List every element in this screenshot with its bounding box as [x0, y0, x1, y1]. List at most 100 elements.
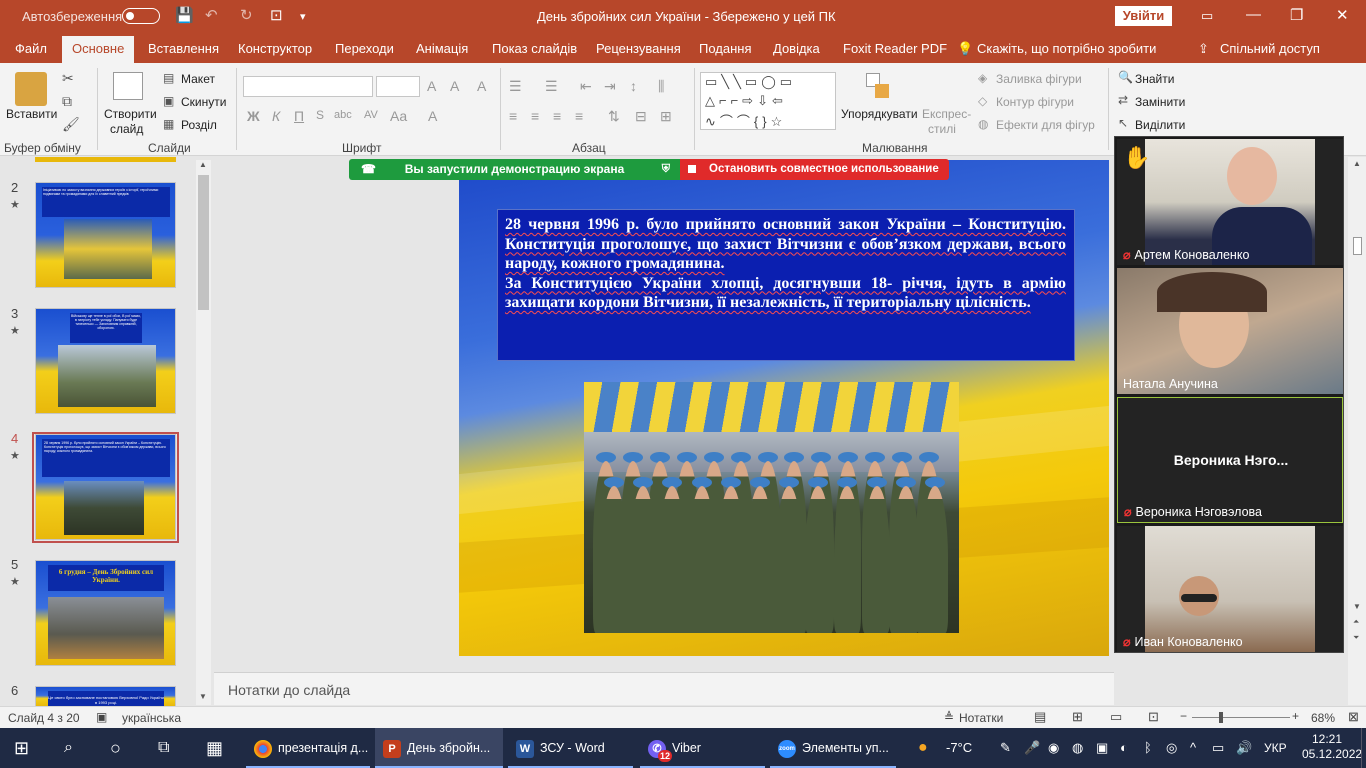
zoom-slider[interactable]	[1192, 717, 1290, 718]
tab-review[interactable]: Рецензування	[596, 41, 681, 56]
numbering-icon[interactable]: ☰	[545, 78, 558, 95]
section-button[interactable]: Розділ	[181, 118, 217, 132]
tab-insert[interactable]: Вставлення	[148, 41, 219, 56]
tab-foxit[interactable]: Foxit Reader PDF	[843, 41, 947, 56]
shapes-row-icon[interactable]: ▭╲╲▭◯▭	[705, 74, 796, 90]
close-icon[interactable]: ✕	[1336, 6, 1349, 24]
thumbnail-slide-2[interactable]: Ініціативою по захисту визнання державни…	[35, 182, 176, 288]
paste-button[interactable]: Вставити	[6, 107, 57, 121]
soldiers-march-photo[interactable]	[584, 382, 959, 633]
line-spacing-icon[interactable]: ↕	[630, 78, 637, 94]
quick-styles-button-line2[interactable]: стилі	[928, 122, 956, 136]
volume-icon[interactable]: 🔊	[1236, 728, 1252, 768]
taskbar-app-word[interactable]: W ЗСУ - Word	[508, 728, 633, 768]
align-left-icon[interactable]: ≡	[509, 108, 517, 124]
ribbon-display-options-icon[interactable]: ▭	[1201, 8, 1213, 24]
taskbar-app-chrome[interactable]: презентація д...	[246, 728, 370, 768]
tray-icon[interactable]: ◉	[1048, 728, 1059, 768]
bold-icon[interactable]: Ж	[247, 108, 260, 124]
tab-transitions[interactable]: Переходи	[335, 41, 394, 56]
find-button[interactable]: Знайти	[1135, 72, 1174, 86]
shapes-row-icon[interactable]: △⌐⌐⇨⇩⇦	[705, 93, 787, 109]
taskbar-app-viber[interactable]: ✆ 12 Viber	[640, 728, 765, 768]
arrange-icon[interactable]	[866, 73, 891, 103]
restore-icon[interactable]: ❐	[1290, 6, 1303, 24]
slide-vertical-scrollbar[interactable]: ▲ ▼ ⏶ ⏷	[1348, 157, 1366, 705]
participant-tile[interactable]: ⌀ Иван Коноваленко	[1117, 526, 1343, 652]
new-slide-button-line2[interactable]: слайд	[110, 122, 143, 136]
share-button[interactable]: Спільний доступ	[1220, 41, 1320, 56]
underline-icon[interactable]: П	[294, 108, 304, 124]
minimize-icon[interactable]: —	[1246, 6, 1261, 23]
calculator-icon[interactable]: ▦	[206, 728, 223, 768]
participant-tile[interactable]: Натала Анучина	[1117, 268, 1343, 394]
viber-tray-icon[interactable]: ◎	[1166, 728, 1177, 768]
redo-icon[interactable]: ↻	[240, 6, 253, 24]
microphone-icon[interactable]: 🎤	[1024, 728, 1040, 768]
battery-icon[interactable]: ▭	[1212, 728, 1224, 768]
taskbar-app-zoom[interactable]: zoom Элементы уп...	[770, 728, 896, 768]
justify-icon[interactable]: ≡	[575, 108, 583, 124]
decrease-font-icon[interactable]: A	[450, 78, 459, 94]
thumbnails-scrollbar-thumb[interactable]	[198, 175, 209, 310]
previous-slide-icon[interactable]: ⏶	[1353, 617, 1359, 627]
sign-in-button[interactable]: Увійти	[1115, 6, 1172, 26]
task-view-icon[interactable]: ⧉	[158, 728, 169, 768]
smartart-icon[interactable]: ⊞	[660, 108, 672, 125]
save-icon[interactable]: 💾	[175, 6, 194, 24]
tab-design[interactable]: Конструктор	[238, 41, 312, 56]
participant-tile[interactable]: ✋ ⌀ Артем Коноваленко	[1117, 139, 1343, 265]
align-right-icon[interactable]: ≡	[553, 108, 561, 124]
weather-icon[interactable]: ●	[918, 728, 928, 768]
tab-file[interactable]: Файл	[15, 41, 47, 56]
quick-styles-button[interactable]: Експрес-	[922, 107, 971, 121]
notes-toggle-button[interactable]: Нотатки	[959, 711, 1003, 725]
weather-temp[interactable]: -7°C	[946, 728, 972, 768]
tab-animations[interactable]: Анімація	[416, 41, 468, 56]
change-case-icon[interactable]: Aa	[390, 108, 407, 124]
fit-to-window-icon[interactable]: ⊠	[1348, 709, 1359, 725]
columns-icon[interactable]: ⫼	[658, 78, 664, 95]
layout-button[interactable]: Макет	[181, 72, 215, 86]
shape-outline-button[interactable]: Контур фігури	[996, 95, 1074, 109]
font-size-select[interactable]	[376, 76, 420, 97]
shape-fill-button[interactable]: Заливка фігури	[996, 72, 1082, 86]
new-slide-icon[interactable]	[113, 72, 143, 100]
autosave-toggle[interactable]	[122, 8, 160, 24]
tab-help[interactable]: Довідка	[773, 41, 820, 56]
tray-icon[interactable]: ▣	[1096, 728, 1108, 768]
tab-slide-show[interactable]: Показ слайдів	[492, 41, 577, 56]
increase-font-icon[interactable]: A	[427, 78, 436, 94]
zoom-level[interactable]: 68%	[1311, 711, 1335, 725]
tab-view[interactable]: Подання	[699, 41, 752, 56]
tell-me-box[interactable]: Скажіть, що потрібно зробити	[977, 41, 1156, 56]
show-hidden-icons[interactable]: ^	[1190, 728, 1196, 768]
tray-icon[interactable]: ✎	[1000, 728, 1011, 768]
reading-view-icon[interactable]: ▭	[1110, 709, 1122, 725]
spellcheck-icon[interactable]: ▣	[96, 710, 107, 724]
strikethrough-icon[interactable]: abc	[334, 109, 352, 121]
clear-format-icon[interactable]: A	[477, 78, 486, 94]
arrange-button[interactable]: Упорядкувати	[841, 107, 918, 121]
shape-effects-button[interactable]: Ефекти для фігур	[996, 118, 1095, 132]
scroll-up-icon[interactable]: ▲	[1353, 159, 1361, 168]
input-language[interactable]: УКР	[1264, 728, 1287, 768]
thumbnail-slide-3[interactable]: Військову ще тепле в рої обоє, В рої мам…	[35, 308, 176, 414]
spacing-icon[interactable]: AV	[364, 109, 378, 121]
present-from-start-icon[interactable]: ⊡	[270, 6, 283, 24]
reset-button[interactable]: Скинути	[181, 95, 226, 109]
cut-icon[interactable]: ✂	[62, 70, 74, 87]
zoom-slider-thumb[interactable]	[1219, 712, 1223, 723]
font-name-select[interactable]	[243, 76, 373, 97]
shapes-row-icon[interactable]: ∿⌒⌒{}☆	[705, 111, 786, 130]
notes-pane[interactable]: Нотатки до слайда	[214, 672, 1114, 705]
thumbnail-slide-6[interactable]: Це свято було засноване постановою Верхо…	[35, 686, 176, 706]
taskbar-app-powerpoint[interactable]: P День збройн...	[375, 728, 503, 768]
customize-qat-icon[interactable]: ▾	[300, 10, 306, 23]
show-desktop-button[interactable]	[1361, 728, 1366, 768]
paste-icon[interactable]	[15, 72, 47, 106]
zoom-tray-icon[interactable]: ◍	[1072, 728, 1083, 768]
scrollbar-thumb[interactable]	[1353, 237, 1362, 255]
slide-text-box[interactable]: 28 червня 1996 р. було прийнято основний…	[497, 209, 1075, 361]
participant-tile-active-speaker[interactable]: Вероника Нэго... ⌀ Вероника Нэговэлова	[1117, 397, 1343, 523]
